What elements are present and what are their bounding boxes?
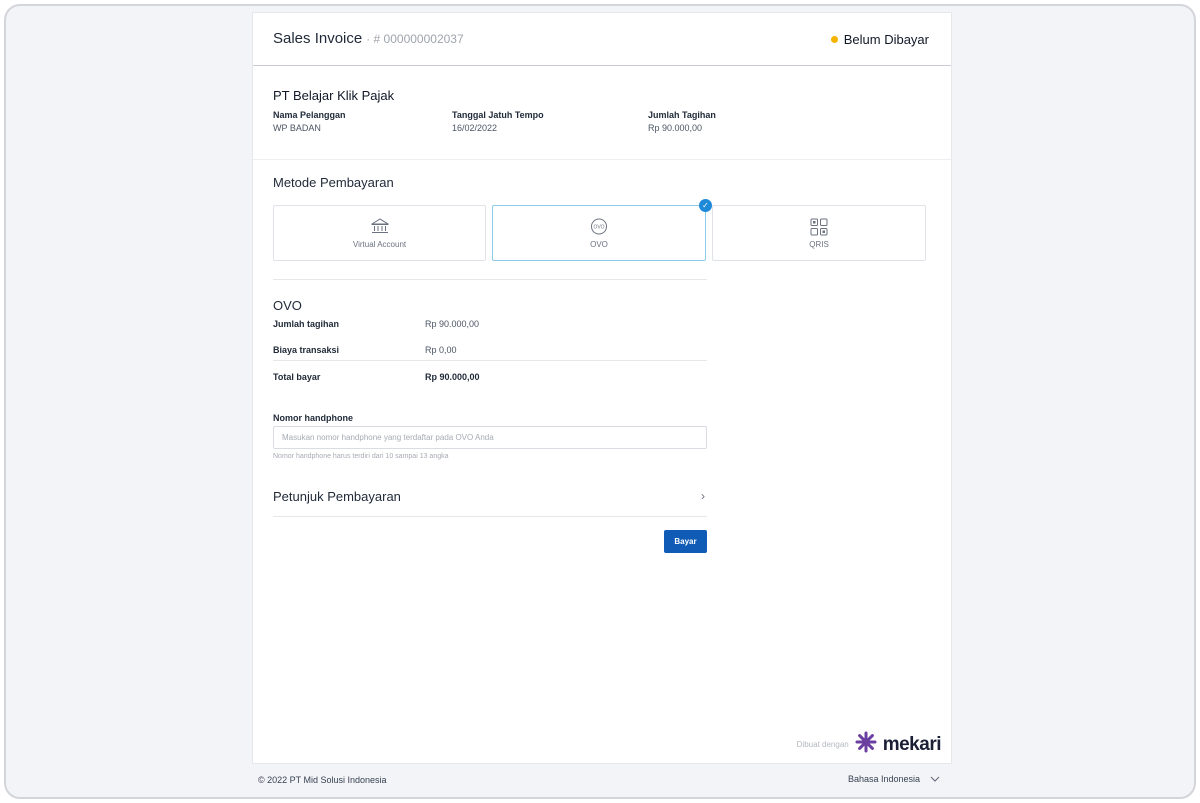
invoice-header: Sales Invoice · # 000000002037 Belum Diba…: [253, 13, 951, 66]
customer-value: WP BADAN: [273, 123, 321, 133]
due-date-value: 16/02/2022: [452, 123, 498, 133]
payment-guide-toggle[interactable]: Petunjuk Pembayaran ›: [273, 485, 707, 517]
due-date-info: Tanggal Jatuh Tempo 16/02/2022: [452, 110, 544, 133]
payment-method-label: OVO: [590, 239, 608, 249]
payment-method-qris[interactable]: QRIS: [712, 205, 926, 261]
status-dot-icon: [830, 36, 838, 43]
payment-method-label: Virtual Account: [352, 239, 407, 249]
powered-by: Dibuat dengan mekari: [796, 731, 942, 758]
status-text: Belum Dibayar: [843, 32, 929, 47]
title-text: Sales Invoice: [273, 30, 363, 47]
methods-divider: [273, 279, 707, 280]
amount-value: Rp 90.000,00: [648, 123, 703, 133]
phone-input[interactable]: [273, 426, 707, 449]
amount-label: Jumlah Tagihan: [648, 110, 716, 120]
ovo-section-title: OVO: [273, 298, 302, 313]
invoice-card: Sales Invoice · # 000000002037 Belum Diba…: [252, 12, 952, 764]
bank-icon: [370, 218, 390, 236]
section-divider: [253, 159, 951, 160]
bill-amount-label: Jumlah tagihan: [273, 319, 340, 329]
bill-amount-value: Rp 90.000,00: [425, 319, 480, 329]
customer-info: Nama Pelanggan WP BADAN: [273, 110, 346, 133]
browser-frame: Sales Invoice · # 000000002037 Belum Diba…: [4, 4, 1196, 799]
language-label: Bahasa Indonesia: [848, 774, 921, 784]
svg-text:OVO: OVO: [593, 225, 604, 231]
selected-check-icon: ✓: [699, 199, 712, 212]
transaction-fee-label: Biaya transaksi: [273, 345, 340, 355]
ovo-icon: OVO: [589, 218, 609, 236]
made-with-text: Dibuat dengan: [796, 740, 849, 749]
totals-divider: [273, 360, 707, 361]
invoice-number: · # 000000002037: [366, 32, 464, 46]
phone-hint: Nomor handphone harus terdiri dari 10 sa…: [273, 453, 449, 460]
payment-method-title: Metode Pembayaran: [273, 175, 394, 190]
amount-info: Jumlah Tagihan Rp 90.000,00: [648, 110, 716, 133]
payment-method-label: QRIS: [809, 239, 829, 249]
qr-icon: [809, 218, 829, 236]
footer-copyright: © 2022 PT Mid Solusi Indonesia: [258, 775, 387, 785]
phone-label: Nomor handphone: [273, 413, 353, 423]
payment-method-virtual-account[interactable]: Virtual Account: [273, 205, 486, 261]
total-label: Total bayar: [273, 372, 321, 382]
guide-divider: [273, 516, 707, 517]
due-date-label: Tanggal Jatuh Tempo: [452, 110, 544, 120]
chevron-right-icon: ›: [701, 489, 705, 503]
page-title: Sales Invoice · # 000000002037: [273, 30, 464, 47]
company-name: PT Belajar Klik Pajak: [273, 88, 395, 103]
chevron-down-icon: [930, 774, 940, 784]
language-selector[interactable]: Bahasa Indonesia: [848, 774, 940, 784]
total-value: Rp 90.000,00: [425, 372, 480, 382]
pay-button[interactable]: Bayar: [664, 530, 707, 553]
transaction-fee-value: Rp 0,00: [425, 345, 457, 355]
mekari-brand-text: mekari: [882, 733, 942, 755]
customer-label: Nama Pelanggan: [273, 110, 346, 120]
payment-method-ovo[interactable]: OVO OVO: [492, 205, 706, 261]
status-badge: Belum Dibayar: [830, 32, 929, 47]
payment-guide-label: Petunjuk Pembayaran: [273, 489, 401, 504]
mekari-logo-icon: [855, 731, 877, 758]
